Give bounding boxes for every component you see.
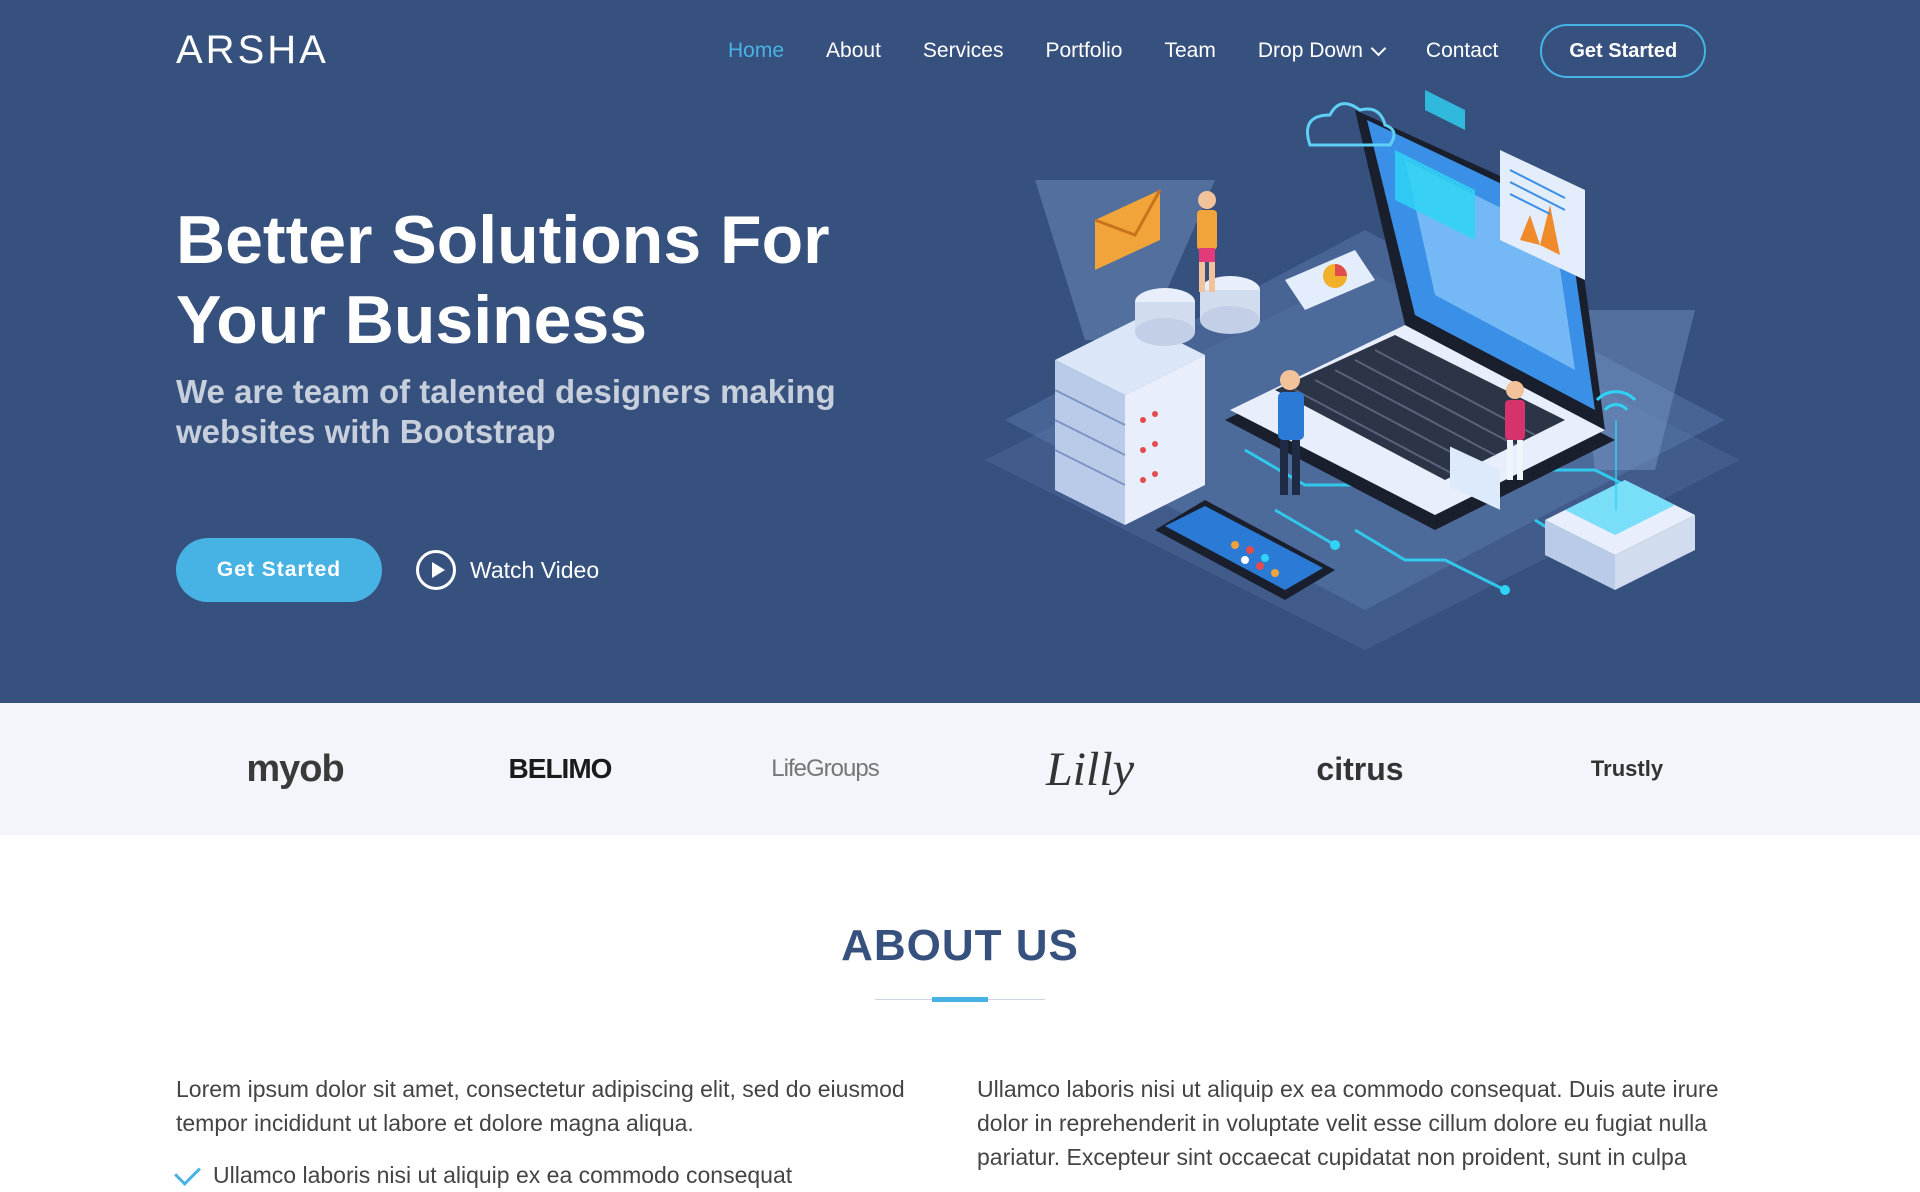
site-logo[interactable]: ARSHA xyxy=(176,26,329,74)
citrus-logo: citrus xyxy=(1316,750,1404,787)
main-nav: Home About Services Portfolio Team Drop … xyxy=(700,22,1707,80)
hero-get-started-button[interactable]: Get Started xyxy=(176,538,382,602)
clients-section: myob BELIMO LifeGroups Lilly citrus Trus… xyxy=(0,703,1920,835)
about-divider-accent xyxy=(932,997,988,1002)
hero-subtitle: We are team of talented designers making… xyxy=(176,373,836,450)
lifegroups-logo: LifeGroups xyxy=(771,755,879,782)
list-item: Ullamco laboris nisi ut aliquip ex ea co… xyxy=(174,1158,936,1192)
nav-home[interactable]: Home xyxy=(728,39,784,63)
about-list: Ullamco laboris nisi ut aliquip ex ea co… xyxy=(174,1158,936,1192)
watch-video-label: Watch Video xyxy=(470,556,600,583)
trustly-logo: Trustly xyxy=(1590,756,1664,781)
hero-section: ARSHA Home About Services Portfolio Team… xyxy=(0,0,1920,703)
chevron-down-icon xyxy=(1370,40,1387,56)
nav-services[interactable]: Services xyxy=(923,39,1004,63)
belimo-logo: BELIMO xyxy=(508,753,613,784)
header-get-started-button[interactable]: Get Started xyxy=(1540,24,1707,78)
nav-about[interactable]: About xyxy=(826,39,881,63)
nav-team[interactable]: Team xyxy=(1165,39,1216,63)
about-title: ABOUT US xyxy=(841,921,1079,970)
check-double-icon xyxy=(174,1158,201,1186)
myob-logo: myob xyxy=(246,747,344,790)
nav-dropdown[interactable]: Drop Down xyxy=(1257,39,1387,63)
list-item-text: Ullamco laboris nisi ut aliquip ex ea co… xyxy=(213,1162,793,1188)
watch-video-button[interactable]: Watch Video xyxy=(416,546,599,594)
play-circle-icon xyxy=(416,550,456,590)
about-right-text: Ullamco laboris nisi ut aliquip ex ea co… xyxy=(977,1076,1719,1170)
nav-dropdown-label: Drop Down xyxy=(1257,39,1363,62)
about-left-text: Lorem ipsum dolor sit amet, consectetur … xyxy=(176,1076,905,1136)
hero-title: Better Solutions For Your Business xyxy=(176,202,830,358)
nav-portfolio[interactable]: Portfolio xyxy=(1045,39,1122,63)
isometric-laptop-servers-illustration xyxy=(985,90,1740,650)
nav-contact[interactable]: Contact xyxy=(1426,39,1498,63)
lilly-logo: Lilly xyxy=(1045,742,1134,796)
